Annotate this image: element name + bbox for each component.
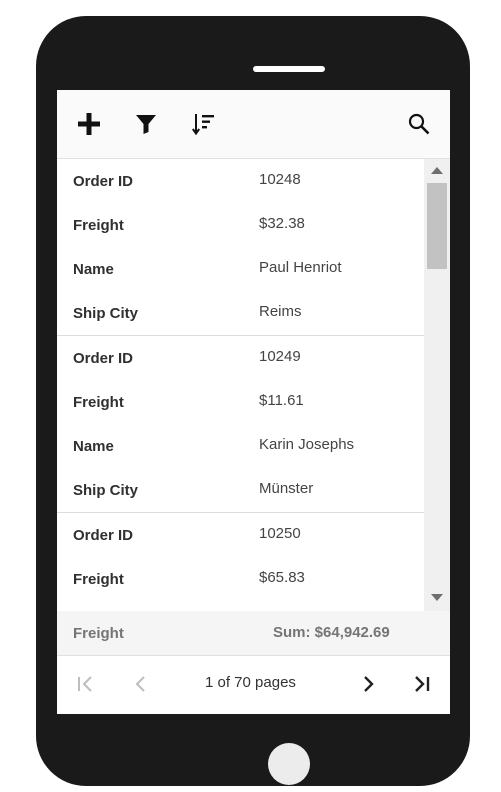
field-row-order-id: Order ID 10248 xyxy=(57,159,424,203)
field-label: Order ID xyxy=(73,173,134,190)
last-page-icon xyxy=(415,676,430,692)
field-value: 10249 xyxy=(259,348,301,365)
grid-screen: Order ID 10248 Freight $32.38 Name Paul … xyxy=(57,90,450,714)
field-row-freight: Freight $65.83 xyxy=(57,557,424,601)
field-row-ship-city: Ship City Reims xyxy=(57,291,424,335)
scroll-down-arrow-icon[interactable] xyxy=(431,594,443,601)
field-value: 10250 xyxy=(259,525,301,542)
field-row-name: Name Paul Henriot xyxy=(57,247,424,291)
record-card[interactable]: Order ID 10250 Freight $65.83 xyxy=(57,513,424,601)
toolbar xyxy=(57,90,450,159)
first-page-icon xyxy=(78,676,92,692)
chevron-left-icon xyxy=(135,676,145,692)
field-label: Ship City xyxy=(73,482,139,499)
field-row-freight: Freight $11.61 xyxy=(57,380,424,424)
record-card[interactable]: Order ID 10249 Freight $11.61 Name Karin… xyxy=(57,336,424,513)
field-value: Paul Henriot xyxy=(259,259,342,276)
scrollbar-thumb[interactable] xyxy=(427,183,447,269)
field-label: Order ID xyxy=(73,527,134,544)
add-icon xyxy=(78,113,100,135)
field-label: Name xyxy=(73,438,114,455)
last-page-button[interactable] xyxy=(410,672,434,696)
record-card[interactable]: Order ID 10248 Freight $32.38 Name Paul … xyxy=(57,159,424,336)
page-info: 1 of 70 pages xyxy=(205,674,296,691)
phone-speaker xyxy=(253,66,325,72)
chevron-right-icon xyxy=(364,676,374,692)
field-row-order-id: Order ID 10249 xyxy=(57,336,424,380)
field-value: $32.38 xyxy=(259,215,305,232)
filter-icon xyxy=(136,115,156,134)
field-value: 10248 xyxy=(259,171,301,188)
field-value: $11.61 xyxy=(259,392,304,409)
field-value: Karin Josephs xyxy=(259,436,355,453)
card-list: Order ID 10248 Freight $32.38 Name Paul … xyxy=(57,159,450,611)
summary-label: Freight xyxy=(73,625,124,642)
field-label: Freight xyxy=(73,571,124,588)
add-button[interactable] xyxy=(75,110,103,138)
field-row-name: Name Karin Josephs xyxy=(57,424,424,468)
field-label: Name xyxy=(73,261,114,278)
filter-button[interactable] xyxy=(132,110,160,138)
field-row-order-id: Order ID 10250 xyxy=(57,513,424,557)
previous-page-button[interactable] xyxy=(129,672,153,696)
summary-value: Sum: $64,942.69 xyxy=(273,624,390,641)
field-label: Freight xyxy=(73,394,124,411)
pager: 1 of 70 pages xyxy=(57,656,450,714)
aggregate-summary-row: Freight Sum: $64,942.69 xyxy=(57,611,450,656)
field-row-freight: Freight $32.38 xyxy=(57,203,424,247)
field-row-ship-city: Ship City Münster xyxy=(57,468,424,512)
records-container: Order ID 10248 Freight $32.38 Name Paul … xyxy=(57,159,424,601)
field-label: Freight xyxy=(73,217,124,234)
field-value: Reims xyxy=(259,303,302,320)
sort-icon xyxy=(192,114,214,136)
next-page-button[interactable] xyxy=(356,672,380,696)
field-label: Ship City xyxy=(73,305,139,322)
scroll-up-arrow-icon[interactable] xyxy=(431,167,443,174)
search-icon xyxy=(408,113,430,135)
field-value: Münster xyxy=(259,480,314,497)
field-value: $65.83 xyxy=(259,569,305,586)
field-label: Order ID xyxy=(73,350,134,367)
vertical-scrollbar[interactable] xyxy=(424,159,450,611)
first-page-button[interactable] xyxy=(74,672,98,696)
search-button[interactable] xyxy=(405,110,433,138)
sort-button[interactable] xyxy=(190,110,218,138)
phone-home-button[interactable] xyxy=(268,743,310,785)
